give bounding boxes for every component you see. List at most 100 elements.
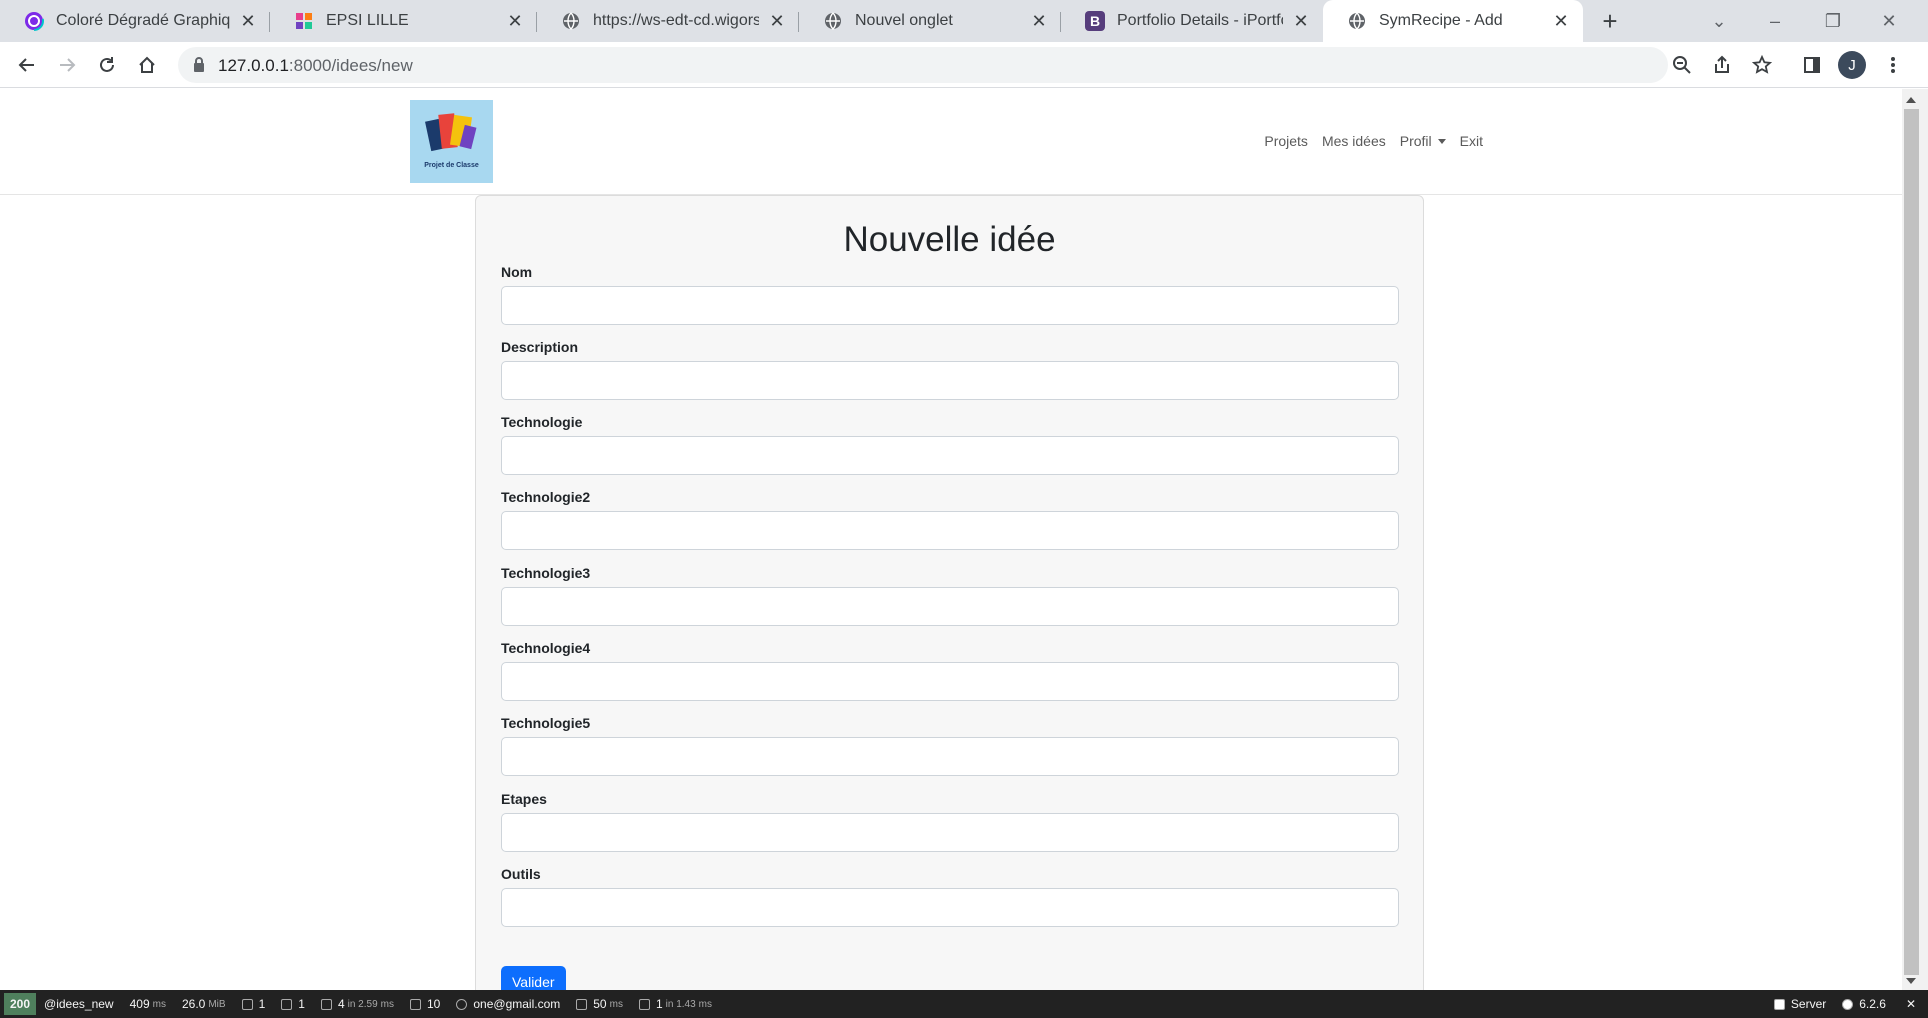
etapes-input[interactable] [501, 813, 1399, 852]
tab-title: EPSI LILLE [326, 12, 409, 29]
close-tab-icon[interactable]: ✕ [1551, 11, 1571, 31]
new-idea-form-card: Nouvelle idée Nom Description Technologi… [475, 195, 1424, 990]
back-icon[interactable] [12, 50, 42, 80]
site-navbar: Projet de Classe Projets Mes idées Profi… [0, 89, 1902, 195]
kebab-menu-icon[interactable] [1878, 50, 1908, 80]
page-title: Nouvelle idée [843, 220, 1056, 259]
field-label: Technologie3 [501, 565, 591, 581]
technologie2-input[interactable] [501, 511, 1399, 550]
home-icon[interactable] [132, 50, 162, 80]
field-label: Technologie [501, 414, 583, 430]
scroll-down-icon[interactable] [1906, 978, 1916, 984]
memory-panel[interactable]: 26.0 MiB [174, 990, 234, 1018]
scroll-up-icon[interactable] [1906, 97, 1916, 103]
db-panel[interactable]: 1 in 1.43 ms [631, 990, 720, 1018]
browser-tab[interactable]: EPSI LILLE ✕ [270, 0, 537, 42]
zoom-icon[interactable] [1667, 50, 1697, 80]
description-input[interactable] [501, 361, 1399, 400]
nav-profil-dropdown[interactable]: Profil [1400, 133, 1446, 149]
technologie5-input[interactable] [501, 737, 1399, 776]
version-panel[interactable]: 6.2.6 [1834, 990, 1894, 1018]
time-value: 409 [129, 997, 150, 1011]
browser-tab[interactable]: Nouvel onglet ✕ [799, 0, 1061, 42]
close-tab-icon[interactable]: ✕ [767, 11, 787, 31]
tab-title: Coloré Dégradé Graphique [56, 12, 230, 29]
route-name[interactable]: @idees_new [36, 990, 122, 1018]
twig-panel[interactable]: 4 in 2.59 ms [313, 990, 402, 1018]
nav-projets[interactable]: Projets [1264, 133, 1308, 149]
browser-tab[interactable]: https://ws-edt-cd.wigorserv ✕ [537, 0, 799, 42]
tab-search-icon[interactable]: ⌄ [1696, 0, 1742, 42]
browser-tab-active[interactable]: SymRecipe - Add ✕ [1323, 0, 1583, 42]
form-group-description: Description [501, 339, 1399, 400]
forward-icon[interactable] [52, 50, 82, 80]
memory-unit: MiB [208, 998, 226, 1010]
tab-title: Nouvel onglet [855, 12, 953, 29]
hide-toolbar-icon[interactable]: ✕ [1894, 990, 1928, 1018]
db-unit: ms [698, 998, 713, 1010]
field-label: Technologie5 [501, 715, 591, 731]
logs-count: 1 [298, 997, 305, 1011]
translation-icon [410, 998, 421, 1010]
scrollbar-thumb[interactable] [1904, 109, 1919, 975]
close-window-icon[interactable]: ✕ [1866, 0, 1912, 42]
valider-button[interactable]: Valider [501, 966, 566, 990]
field-label: Etapes [501, 791, 547, 807]
minimize-icon[interactable]: – [1752, 0, 1798, 42]
time-panel[interactable]: 409 ms [122, 990, 174, 1018]
form-group-technologie5: Technologie5 [501, 715, 1399, 776]
restore-icon[interactable]: ❐ [1810, 0, 1856, 42]
browser-toolbar: 127.0.0.1:8000/idees/new J [0, 42, 1928, 88]
symfony-icon [1773, 998, 1785, 1010]
technologie3-input[interactable] [501, 587, 1399, 626]
reload-icon[interactable] [92, 50, 122, 80]
tab-title: https://ws-edt-cd.wigorserv [593, 12, 759, 29]
field-label: Technologie4 [501, 640, 591, 656]
field-label: Nom [501, 264, 533, 280]
symfony-version: 6.2.6 [1859, 997, 1886, 1011]
outils-input[interactable] [501, 888, 1399, 927]
address-bar[interactable]: 127.0.0.1:8000/idees/new [178, 47, 1668, 83]
nav-exit[interactable]: Exit [1460, 133, 1483, 149]
close-tab-icon[interactable]: ✕ [1291, 11, 1311, 31]
close-tab-icon[interactable]: ✕ [505, 11, 525, 31]
logs-panel[interactable]: 1 [273, 990, 313, 1018]
server-label: Server [1790, 997, 1827, 1011]
close-tab-icon[interactable]: ✕ [238, 11, 258, 31]
translation-panel[interactable]: 10 [402, 990, 448, 1018]
site-logo[interactable]: Projet de Classe [410, 100, 493, 183]
browser-tab[interactable]: Coloré Dégradé Graphique ✕ [0, 0, 270, 42]
bookmark-star-icon[interactable] [1747, 50, 1777, 80]
field-label: Outils [501, 866, 541, 882]
main-nav: Projets Mes idées Profil Exit [1264, 133, 1483, 149]
browser-tab[interactable]: B Portfolio Details - iPortfolio ✕ [1061, 0, 1323, 42]
browser-tabstrip: Coloré Dégradé Graphique ✕ EPSI LILLE ✕ … [0, 0, 1928, 42]
status-badge[interactable]: 200 [4, 993, 37, 1015]
cache-panel[interactable]: 50 ms [568, 990, 631, 1018]
technologie-input[interactable] [501, 436, 1399, 475]
side-panel-icon[interactable] [1797, 50, 1827, 80]
nav-mes-idees[interactable]: Mes idées [1322, 133, 1386, 149]
toolbar-right: Server 6.2.6 ✕ [1766, 990, 1928, 1018]
database-icon [638, 998, 650, 1010]
cache-value: 50 [593, 997, 607, 1011]
field-label: Technologie2 [501, 489, 591, 505]
nav-profil-label: Profil [1399, 133, 1432, 149]
url-text: 127.0.0.1:8000/idees/new [218, 56, 413, 76]
server-panel[interactable]: Server [1766, 990, 1834, 1018]
share-icon[interactable] [1707, 50, 1737, 80]
url-host: 127.0.0.1 [218, 56, 289, 75]
templates-unit: ms [380, 998, 394, 1010]
close-tab-icon[interactable]: ✕ [1029, 11, 1049, 31]
bootstrap-icon: B [1085, 11, 1105, 31]
new-tab-icon[interactable]: + [1597, 8, 1623, 34]
forms-panel[interactable]: 1 [234, 990, 274, 1018]
technologie4-input[interactable] [501, 662, 1399, 701]
profile-avatar[interactable]: J [1838, 51, 1866, 79]
db-queries: 1 [655, 997, 663, 1011]
page-scrollbar[interactable] [1902, 89, 1928, 990]
nom-input[interactable] [501, 286, 1399, 325]
security-panel[interactable]: one@gmail.com [448, 990, 568, 1018]
time-unit: ms [152, 998, 166, 1010]
globe-icon [1347, 11, 1367, 31]
